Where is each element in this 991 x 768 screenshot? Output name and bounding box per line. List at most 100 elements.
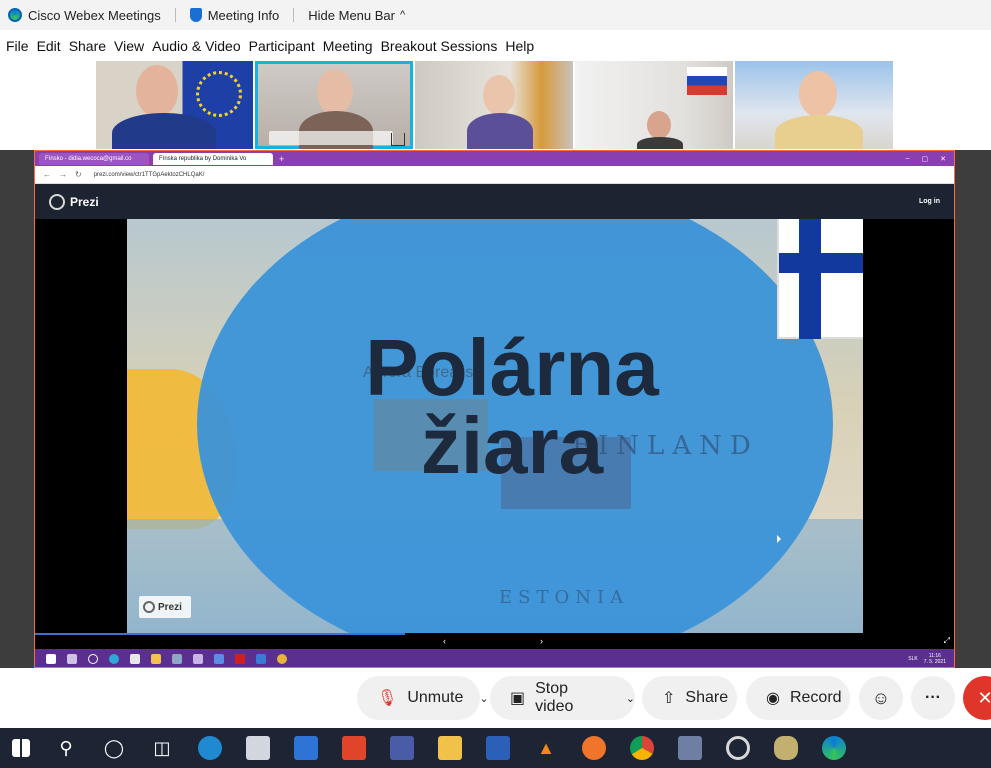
store-icon <box>130 654 140 664</box>
participant-face <box>317 69 353 115</box>
prezi-header: Prezi Log in <box>35 184 954 219</box>
paint-icon[interactable] <box>774 736 798 760</box>
leave-meeting-button[interactable]: ✕ <box>963 676 991 720</box>
menu-breakout-sessions[interactable]: Breakout Sessions <box>381 36 498 56</box>
participant-video-tile[interactable] <box>96 61 253 149</box>
music-app-icon[interactable] <box>726 736 750 760</box>
photos-icon <box>172 654 182 664</box>
prezi-navigation: ‹ › ⤢ <box>35 633 954 649</box>
prezi-logo-icon <box>143 601 155 613</box>
fullscreen-button[interactable]: ⤢ <box>944 636 950 646</box>
more-options-button[interactable]: ··· <box>911 676 955 720</box>
menu-audio-video[interactable]: Audio & Video <box>152 36 240 56</box>
record-button[interactable]: ◉ Record <box>746 676 850 720</box>
prezi-badge[interactable]: Prezi <box>139 596 191 618</box>
mail-icon[interactable] <box>294 736 318 760</box>
app-title: Cisco Webex Meetings <box>28 7 161 23</box>
previous-slide-button[interactable]: ‹ <box>443 636 446 646</box>
forward-icon[interactable]: → <box>59 170 67 179</box>
slovak-flag <box>687 67 727 95</box>
menu-view[interactable]: View <box>114 36 144 56</box>
prezi-brand: Prezi <box>70 194 99 209</box>
edge-icon <box>109 654 119 664</box>
firefox-icon[interactable] <box>582 736 606 760</box>
media-app-icon[interactable] <box>678 736 702 760</box>
menu-edit[interactable]: Edit <box>37 36 61 56</box>
menu-bar: File Edit Share View Audio & Video Parti… <box>0 32 991 60</box>
menu-participant[interactable]: Participant <box>249 36 315 56</box>
folder-icon[interactable] <box>438 736 462 760</box>
menu-meeting[interactable]: Meeting <box>323 36 373 56</box>
chevron-up-icon[interactable]: ^ <box>400 9 405 21</box>
login-link[interactable]: Log in <box>919 198 940 205</box>
chevron-down-icon[interactable]: ⌄ <box>479 692 488 705</box>
tab-label: Fínska republika by Dominika Vo <box>159 155 247 162</box>
participant-video-tile[interactable] <box>575 61 733 149</box>
browser-tab-active[interactable]: Fínska republika by Dominika Vo <box>153 152 273 165</box>
word-icon[interactable] <box>486 736 510 760</box>
back-icon[interactable]: ← <box>43 170 51 179</box>
participant-face <box>647 111 671 139</box>
minimize-button[interactable]: – <box>906 155 910 163</box>
office-icon[interactable] <box>342 736 366 760</box>
cortana-icon[interactable]: ◯ <box>102 736 126 760</box>
participant-body <box>775 115 863 149</box>
share-icon: ⇧ <box>662 690 676 707</box>
share-label: Share <box>685 689 729 706</box>
prezi-logo-icon <box>49 193 65 210</box>
webex-logo-icon <box>8 8 22 22</box>
presentation-progress <box>35 633 405 635</box>
camera-icon: ▣ <box>510 690 526 707</box>
title-bar: Cisco Webex Meetings Meeting Info Hide M… <box>0 0 991 30</box>
cortana-icon <box>88 654 98 664</box>
prezi-badge-label: Prezi <box>158 601 182 613</box>
search-icon <box>67 654 77 664</box>
meeting-controls: 🎙 Unmute ⌄ ▣ Stop video ⌄ ⇧ Share ◉ Reco… <box>0 668 991 728</box>
maximize-button[interactable]: ▢ <box>922 155 929 163</box>
stop-video-label: Stop video <box>535 680 574 715</box>
mail-icon <box>256 654 266 664</box>
share-icon[interactable] <box>391 133 405 146</box>
hide-menu-bar-button[interactable]: Hide Menu Bar <box>308 8 395 23</box>
close-button[interactable]: ✕ <box>940 155 946 163</box>
edge-icon[interactable] <box>198 736 222 760</box>
new-tab-button[interactable]: + <box>279 154 284 164</box>
prezi-slide[interactable]: Aurora Borealis FINLAND ESTONIA Polárna … <box>127 219 863 633</box>
unmute-button[interactable]: 🎙 Unmute ⌄ <box>357 676 489 720</box>
url-field[interactable]: prezi.com/view/ctr1TTGpAektozCHLQaK/ <box>94 172 205 178</box>
windows-taskbar: ⚲ ◯ ◫ ▲ <box>0 728 991 768</box>
menu-share[interactable]: Share <box>69 36 106 56</box>
eu-flag <box>196 71 242 117</box>
task-view-icon[interactable]: ◫ <box>150 736 174 760</box>
browser-tab[interactable]: Fínsko - didia.wecoca@gmail.co <box>39 152 149 165</box>
participant-video-tile-active[interactable] <box>255 61 413 149</box>
reload-icon[interactable]: ↻ <box>75 170 82 179</box>
menu-file[interactable]: File <box>6 36 29 56</box>
chrome-icon[interactable] <box>630 736 654 760</box>
stop-video-button[interactable]: ▣ Stop video ⌄ <box>490 676 635 720</box>
participant-video-tile[interactable] <box>735 61 893 149</box>
reactions-button[interactable]: ☺ <box>859 676 903 720</box>
clock-date: 7. 5. 2021 <box>923 659 946 665</box>
webex-window: Cisco Webex Meetings Meeting Info Hide M… <box>0 0 991 768</box>
clock: 11:16 7. 5. 2021 <box>924 653 946 665</box>
menu-help[interactable]: Help <box>505 36 534 56</box>
next-slide-button[interactable]: › <box>540 636 543 646</box>
store-icon[interactable] <box>246 736 270 760</box>
divider <box>174 8 176 22</box>
webex-taskbar-icon[interactable] <box>822 736 846 760</box>
search-icon[interactable]: ⚲ <box>54 736 78 760</box>
language-indicator: SLK <box>908 656 918 662</box>
meeting-info-button[interactable]: Meeting Info <box>208 8 280 23</box>
windows-start-icon[interactable] <box>12 739 30 757</box>
participant-name-bar <box>269 131 393 145</box>
participant-video-tile[interactable] <box>415 61 573 149</box>
vlc-icon[interactable]: ▲ <box>534 736 558 760</box>
shield-icon[interactable] <box>189 8 202 22</box>
share-button[interactable]: ⇧ Share <box>642 676 737 720</box>
ghost-text: ESTONIA <box>499 587 630 608</box>
paint-icon <box>193 654 203 664</box>
chevron-down-icon[interactable]: ⌄ <box>626 692 635 705</box>
record-label: Record <box>789 689 842 706</box>
save-disk-icon[interactable] <box>390 736 414 760</box>
